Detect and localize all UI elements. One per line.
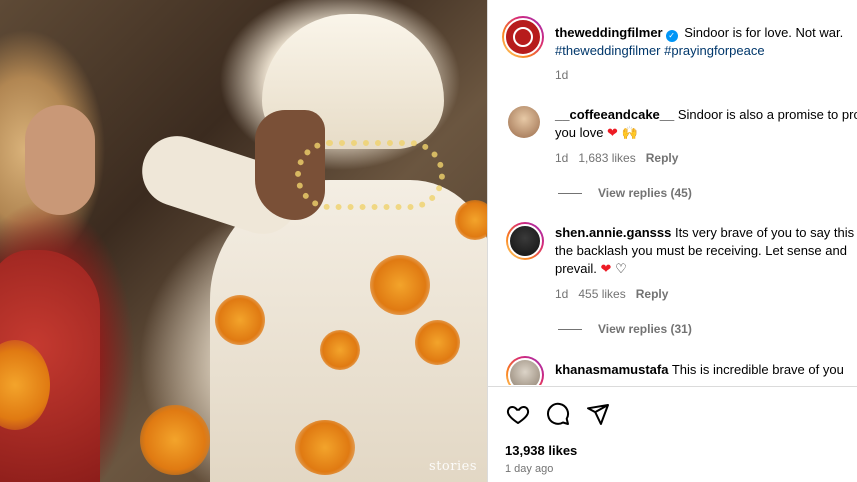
commenter-avatar[interactable] xyxy=(506,356,544,385)
comment-meta: 1d 455 likes Reply xyxy=(555,287,678,301)
photo-marigold xyxy=(215,295,265,345)
share-button[interactable] xyxy=(585,401,611,427)
comment-line: shen.annie.gansss Its very brave of you … xyxy=(555,224,857,242)
photo-bride-head xyxy=(25,105,95,215)
comment-line: prevail. ❤ ♡ xyxy=(555,260,627,278)
commenter-username[interactable]: __coffeeandcake__ xyxy=(555,107,674,122)
heart-outline-icon xyxy=(506,406,530,424)
white-heart-emoji-icon: ♡ xyxy=(615,261,627,276)
view-replies-label: View replies (45) xyxy=(598,186,692,200)
reply-button[interactable]: Reply xyxy=(646,151,679,165)
comment-likes[interactable]: 455 likes xyxy=(578,287,625,301)
comment-button[interactable] xyxy=(545,401,571,427)
commenter-username[interactable]: shen.annie.gansss xyxy=(555,225,671,240)
like-button[interactable] xyxy=(505,401,531,427)
caption-line: theweddingfilmer ✓ Sindoor is for love. N… xyxy=(555,24,843,42)
paper-plane-icon xyxy=(587,404,609,425)
comment-likes[interactable]: 1,683 likes xyxy=(578,151,635,165)
commenter-avatar[interactable] xyxy=(506,222,544,260)
raising-hands-emoji-icon: 🙌 xyxy=(621,125,638,140)
post-actions: 13,938 likes 1 day ago xyxy=(488,386,857,482)
view-replies-label: View replies (31) xyxy=(598,322,692,336)
photo-marigold xyxy=(415,320,460,365)
post-time-ago: 1 day ago xyxy=(505,463,554,475)
comment-time: 1d xyxy=(555,151,569,165)
comment-text: the backlash you must be receiving. Let … xyxy=(555,243,847,258)
photo-marigold xyxy=(140,405,210,475)
comment-meta: 1d 1,683 likes Reply xyxy=(555,151,688,165)
red-heart-emoji-icon: ❤ xyxy=(607,125,618,140)
comment-line: __coffeeandcake__ Sindoor is also a prom… xyxy=(555,106,857,124)
comment-text: you love xyxy=(555,125,604,140)
red-heart-emoji-icon: ❤ xyxy=(600,261,612,276)
reply-button[interactable]: Reply xyxy=(636,287,669,301)
photo-marigold xyxy=(295,420,355,475)
divider xyxy=(558,192,582,194)
caption-hashtags[interactable]: #theweddingfilmer #prayingforpeace xyxy=(555,42,765,60)
comments-list[interactable]: theweddingfilmer ✓ Sindoor is for love. N… xyxy=(488,0,857,385)
brand-logo-icon xyxy=(513,27,533,47)
view-replies-button[interactable]: View replies (45) xyxy=(558,186,692,200)
view-replies-button[interactable]: View replies (31) xyxy=(558,322,692,336)
comment-time: 1d xyxy=(555,287,569,301)
photo-watermark: stories xyxy=(429,459,477,474)
comment-line: khanasmamustafa This is incredible brave… xyxy=(555,361,844,379)
comment-line: you love ❤ 🙌 xyxy=(555,124,638,142)
comment-text: prevail. xyxy=(555,261,597,276)
post-photo[interactable]: stories xyxy=(0,0,487,482)
post-side-panel: theweddingfilmer ✓ Sindoor is for love. N… xyxy=(487,0,857,482)
photo-flower-garland xyxy=(295,140,445,210)
comment-text: This is incredible brave of you xyxy=(671,362,844,377)
commenter-avatar[interactable] xyxy=(508,106,540,138)
comment-icon xyxy=(547,402,570,425)
divider xyxy=(558,328,582,330)
photo-marigold xyxy=(455,200,487,240)
comment-text: Sindoor is also a promise to protect the xyxy=(677,107,857,122)
commenter-username[interactable]: khanasmamustafa xyxy=(555,362,668,377)
photo-marigold xyxy=(320,330,360,370)
caption-text: Sindoor is for love. Not war. xyxy=(684,25,844,40)
caption-time: 1d xyxy=(555,68,569,82)
photo-marigold xyxy=(370,255,430,315)
author-username[interactable]: theweddingfilmer xyxy=(555,25,663,40)
verified-badge-icon: ✓ xyxy=(665,30,678,42)
likes-count[interactable]: 13,938 likes xyxy=(505,443,577,458)
author-avatar[interactable] xyxy=(502,16,544,58)
comment-text: Its very brave of you to say this given xyxy=(674,225,857,240)
